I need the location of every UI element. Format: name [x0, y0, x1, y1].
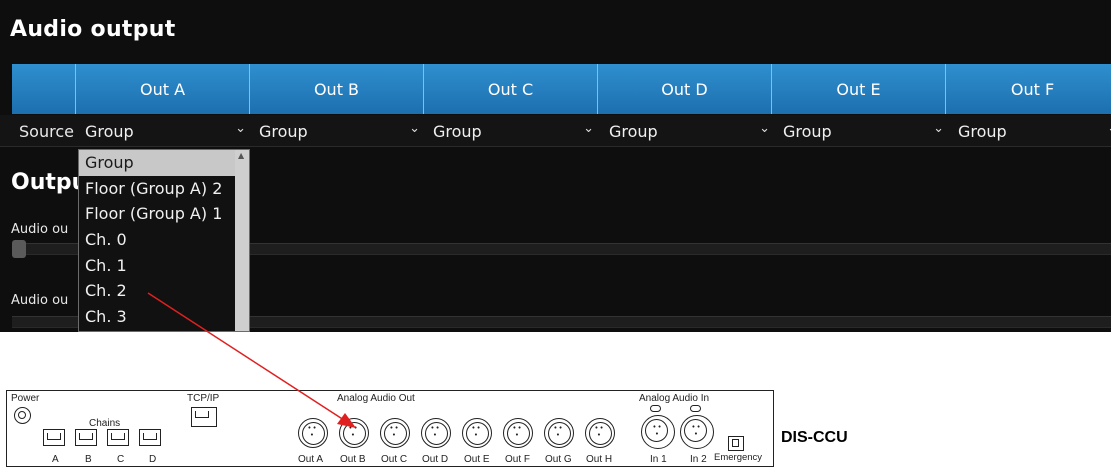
power-label: Power — [11, 393, 40, 404]
xlr-in-1-icon: •• • — [641, 415, 675, 449]
latch-2-icon — [690, 405, 701, 412]
dropdown-option-group[interactable]: Group — [79, 150, 249, 176]
output-label: Out F — [505, 454, 531, 465]
analog-audio-in-label: Analog Audio In — [639, 393, 710, 404]
tab-bar-corner — [12, 64, 76, 114]
chevron-down-icon: ⌄ — [933, 121, 944, 136]
chevron-down-icon: ⌄ — [583, 121, 594, 136]
dropdown-scrollbar[interactable]: ▲ — [235, 150, 249, 331]
dropdown-option-ch-2[interactable]: Ch. 2 — [79, 278, 249, 304]
xlr-out-b-icon: •• • — [339, 418, 369, 448]
chevron-down-icon: ⌄ — [759, 121, 770, 136]
source-select-out-d[interactable]: Group ⌄ — [609, 119, 770, 143]
emergency-connector-icon — [728, 436, 744, 451]
source-dropdown-list[interactable]: Group Floor (Group A) 2 Floor (Group A) … — [78, 149, 250, 332]
output-label: Out D — [422, 454, 449, 465]
xlr-out-e-icon: •• • — [462, 418, 492, 448]
source-select-out-b[interactable]: Group ⌄ — [259, 119, 420, 143]
power-connector-icon — [14, 407, 31, 424]
volume-slider-thumb-1[interactable] — [12, 240, 26, 258]
tab-out-c[interactable]: Out C — [424, 64, 598, 114]
chain-port-label: C — [117, 454, 125, 465]
dropdown-option-floor-2[interactable]: Floor (Group A) 2 — [79, 176, 249, 202]
source-select-value: Group — [609, 122, 658, 141]
source-select-out-e[interactable]: Group ⌄ — [783, 119, 944, 143]
panel-title: Audio output — [10, 17, 176, 42]
source-select-value: Group — [433, 122, 482, 141]
source-select-out-f[interactable]: Group ⌄ — [958, 119, 1111, 143]
tab-out-f[interactable]: Out F — [946, 64, 1111, 114]
source-select-out-c[interactable]: Group ⌄ — [433, 119, 594, 143]
xlr-out-d-icon: •• • — [421, 418, 451, 448]
xlr-out-h-icon: •• • — [585, 418, 615, 448]
dropdown-option-floor-1[interactable]: Floor (Group A) 1 — [79, 201, 249, 227]
screenshot-stage: Audio output Out A Out B Out C Out D Out… — [0, 0, 1111, 473]
tab-out-b[interactable]: Out B — [250, 64, 424, 114]
ethernet-port-icon — [191, 407, 217, 427]
scroll-up-icon[interactable]: ▲ — [238, 151, 244, 160]
tcpip-label: TCP/IP — [187, 393, 220, 404]
xlr-in-2-icon: •• • — [680, 415, 714, 449]
latch-1-icon — [650, 405, 661, 412]
source-select-value: Group — [783, 122, 832, 141]
xlr-out-a-icon: •• • — [298, 418, 328, 448]
volume-label-1: Audio ou — [11, 222, 69, 237]
emergency-label: Emergency — [714, 452, 763, 463]
chain-port-c-icon — [107, 429, 129, 446]
input-label: In 1 — [650, 454, 667, 465]
chain-port-label: D — [149, 454, 157, 465]
output-volume-heading: Outpu — [11, 170, 88, 195]
dropdown-option-ch-1[interactable]: Ch. 1 — [79, 253, 249, 279]
chain-port-label: B — [85, 454, 92, 465]
audio-output-panel: Audio output Out A Out B Out C Out D Out… — [0, 0, 1111, 332]
input-label: In 2 — [690, 454, 707, 465]
xlr-out-g-icon: •• • — [544, 418, 574, 448]
output-label: Out C — [381, 454, 408, 465]
analog-audio-out-label: Analog Audio Out — [337, 393, 415, 404]
dropdown-option-ch-3[interactable]: Ch. 3 — [79, 304, 249, 330]
chain-port-b-icon — [75, 429, 97, 446]
tab-out-e[interactable]: Out E — [772, 64, 946, 114]
source-select-value: Group — [85, 122, 134, 141]
output-label: Out B — [340, 454, 366, 465]
source-select-out-a[interactable]: Group ⌄ — [85, 119, 246, 143]
tab-out-d[interactable]: Out D — [598, 64, 772, 114]
xlr-out-c-icon: •• • — [380, 418, 410, 448]
chevron-down-icon: ⌄ — [235, 121, 246, 136]
chevron-down-icon: ⌄ — [1107, 121, 1111, 136]
source-select-value: Group — [259, 122, 308, 141]
source-row: Source Group ⌄ Group ⌄ Group ⌄ Group ⌄ G… — [0, 115, 1111, 147]
output-label: Out A — [298, 454, 324, 465]
output-label: Out G — [545, 454, 572, 465]
chains-label: Chains — [89, 418, 121, 429]
tab-out-a[interactable]: Out A — [76, 64, 250, 114]
output-label: Out E — [464, 454, 490, 465]
source-select-value: Group — [958, 122, 1007, 141]
chain-port-d-icon — [139, 429, 161, 446]
chain-port-label: A — [52, 454, 59, 465]
xlr-out-f-icon: •• • — [503, 418, 533, 448]
source-label: Source — [19, 122, 74, 141]
output-label: Out H — [586, 454, 613, 465]
device-name: DIS-CCU — [781, 429, 848, 446]
output-tab-bar: Out A Out B Out C Out D Out E Out F — [12, 64, 1111, 114]
device-rear-panel: Power Chains A B C D TCP/IP Analog Audio… — [6, 390, 774, 467]
chevron-down-icon: ⌄ — [409, 121, 420, 136]
dropdown-option-ch-0[interactable]: Ch. 0 — [79, 227, 249, 253]
chain-port-a-icon — [43, 429, 65, 446]
volume-label-2: Audio ou — [11, 293, 69, 308]
